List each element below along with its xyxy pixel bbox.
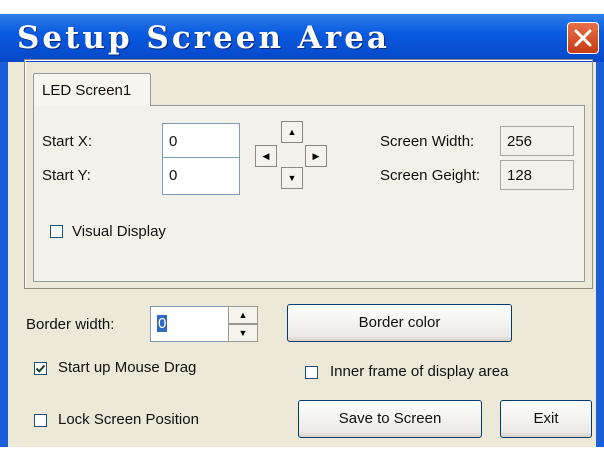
exit-button[interactable]: Exit bbox=[500, 400, 592, 438]
move-right-button[interactable]: ▶ bbox=[305, 145, 327, 167]
bottom-strip bbox=[0, 447, 604, 457]
window-title: Setup Screen Area bbox=[17, 20, 391, 56]
arrow-down-icon: ▼ bbox=[287, 173, 297, 183]
window-border-right bbox=[596, 62, 604, 447]
start-x-input[interactable]: 0 bbox=[162, 123, 240, 161]
start-y-input[interactable]: 0 bbox=[162, 157, 240, 195]
tab-label: LED Screen1 bbox=[42, 82, 132, 99]
setup-screen-area-dialog: Setup Screen Area LED Screen1 Start X: 0… bbox=[0, 0, 604, 457]
checkmark-icon bbox=[35, 364, 46, 373]
border-width-label: Border width: bbox=[26, 316, 115, 333]
border-width-input[interactable]: 0 bbox=[150, 306, 230, 342]
visual-display-checkbox[interactable] bbox=[50, 225, 63, 238]
screen-height-label: Screen Geight: bbox=[380, 167, 481, 184]
screen-height-field: 128 bbox=[500, 160, 574, 190]
arrow-up-icon: ▲ bbox=[238, 310, 248, 320]
inner-frame-label: Inner frame of display area bbox=[330, 363, 509, 380]
start-y-value: 0 bbox=[169, 167, 178, 184]
spin-down-button[interactable]: ▼ bbox=[228, 324, 258, 342]
exit-label: Exit bbox=[533, 410, 559, 427]
arrow-right-icon: ▶ bbox=[312, 151, 320, 161]
mouse-drag-label: Start up Mouse Drag bbox=[58, 359, 197, 376]
arrow-up-icon: ▲ bbox=[287, 127, 297, 137]
window-border-left bbox=[0, 62, 8, 447]
move-left-button[interactable]: ◀ bbox=[255, 145, 277, 167]
close-icon bbox=[574, 29, 592, 47]
tab-led-screen1[interactable]: LED Screen1 bbox=[33, 73, 151, 106]
lock-position-checkbox[interactable] bbox=[34, 414, 47, 427]
border-color-button[interactable]: Border color bbox=[287, 304, 512, 342]
arrow-left-icon: ◀ bbox=[262, 151, 270, 161]
move-up-button[interactable]: ▲ bbox=[281, 121, 303, 143]
screen-width-value: 256 bbox=[507, 133, 533, 150]
arrow-down-icon: ▼ bbox=[238, 328, 248, 338]
start-y-label: Start Y: bbox=[42, 167, 91, 184]
screen-height-value: 128 bbox=[507, 167, 533, 184]
title-bar[interactable]: Setup Screen Area bbox=[0, 14, 604, 62]
spin-up-button[interactable]: ▲ bbox=[228, 306, 258, 324]
top-strip bbox=[0, 0, 604, 14]
inner-frame-checkbox[interactable] bbox=[305, 366, 318, 379]
screen-width-field: 256 bbox=[500, 126, 574, 156]
lock-position-label: Lock Screen Position bbox=[58, 411, 199, 428]
move-down-button[interactable]: ▼ bbox=[281, 167, 303, 189]
visual-display-label: Visual Display bbox=[72, 223, 166, 240]
start-x-value: 0 bbox=[169, 133, 178, 150]
close-button[interactable] bbox=[567, 22, 599, 54]
border-color-label: Border color bbox=[358, 314, 441, 331]
border-width-value: 0 bbox=[157, 315, 168, 332]
start-x-label: Start X: bbox=[42, 133, 93, 150]
save-to-screen-button[interactable]: Save to Screen bbox=[298, 400, 482, 438]
screen-width-label: Screen Width: bbox=[380, 133, 475, 150]
mouse-drag-checkbox[interactable] bbox=[34, 362, 47, 375]
save-to-screen-label: Save to Screen bbox=[338, 410, 442, 427]
border-width-spinner[interactable]: ▲ ▼ bbox=[228, 306, 258, 342]
